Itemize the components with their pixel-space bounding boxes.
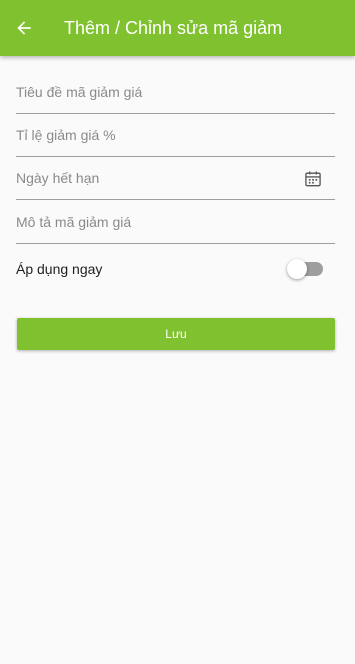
expiry-date-input[interactable] [16, 167, 296, 189]
arrow-back-icon [17, 21, 31, 35]
discount-description-input[interactable] [16, 211, 296, 233]
toggle-thumb [287, 259, 307, 279]
discount-title-input[interactable] [16, 81, 296, 103]
app-bar: Thêm / Chỉnh sửa mã giảm [0, 0, 355, 56]
discount-rate-field [16, 114, 335, 157]
back-button[interactable] [12, 16, 36, 40]
apply-now-toggle[interactable] [287, 259, 323, 279]
discount-rate-input[interactable] [16, 124, 296, 146]
calendar-icon[interactable] [303, 169, 323, 189]
expiry-date-field [16, 157, 335, 200]
apply-now-row: Áp dụng ngay [16, 254, 335, 286]
save-button[interactable]: Lưu [17, 318, 335, 350]
discount-title-field [16, 71, 335, 114]
apply-now-label: Áp dụng ngay [16, 261, 103, 277]
discount-description-field [16, 201, 335, 244]
page-title: Thêm / Chỉnh sửa mã giảm [64, 18, 283, 38]
